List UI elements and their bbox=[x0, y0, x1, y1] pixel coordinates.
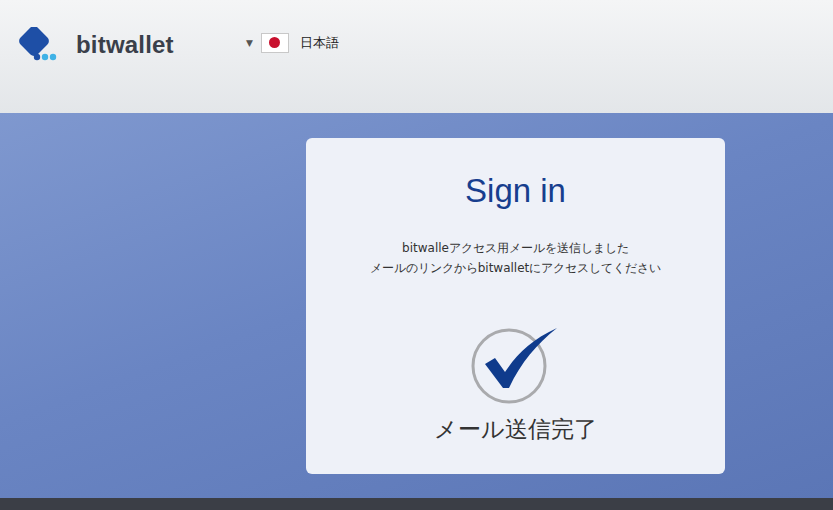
sign-in-card: Sign in bitwalleアクセス用メールを送信しましたメールのリンクからb… bbox=[306, 138, 725, 474]
language-label: 日本語 bbox=[300, 34, 339, 52]
header: bitwallet ▼ 日本語 bbox=[0, 0, 833, 113]
card-message: bitwalleアクセス用メールを送信しましたメールのリンクからbitwalle… bbox=[370, 238, 662, 278]
status-text: メール送信完了 bbox=[434, 414, 597, 445]
logo[interactable]: bitwallet bbox=[18, 27, 246, 63]
bottom-strip bbox=[0, 498, 833, 510]
caret-icon: ▼ bbox=[246, 38, 253, 48]
message-line: メールのリンクからbitwalletにアクセスしてください bbox=[370, 258, 662, 278]
logo-text: bitwallet bbox=[76, 31, 174, 59]
message-line: bitwalleアクセス用メールを送信しました bbox=[370, 238, 662, 258]
check-circle-icon bbox=[471, 326, 561, 406]
japan-flag-icon bbox=[261, 33, 289, 53]
bitwallet-logo-icon bbox=[18, 27, 60, 63]
language-selector[interactable]: ▼ 日本語 bbox=[246, 33, 339, 53]
page: bitwallet ▼ 日本語 Sign in bitwalleアクセス用メールを送信し… bbox=[0, 0, 833, 510]
card-title: Sign in bbox=[465, 172, 566, 210]
background-photo: Sign in bitwalleアクセス用メールを送信しましたメールのリンクからb… bbox=[0, 113, 833, 498]
